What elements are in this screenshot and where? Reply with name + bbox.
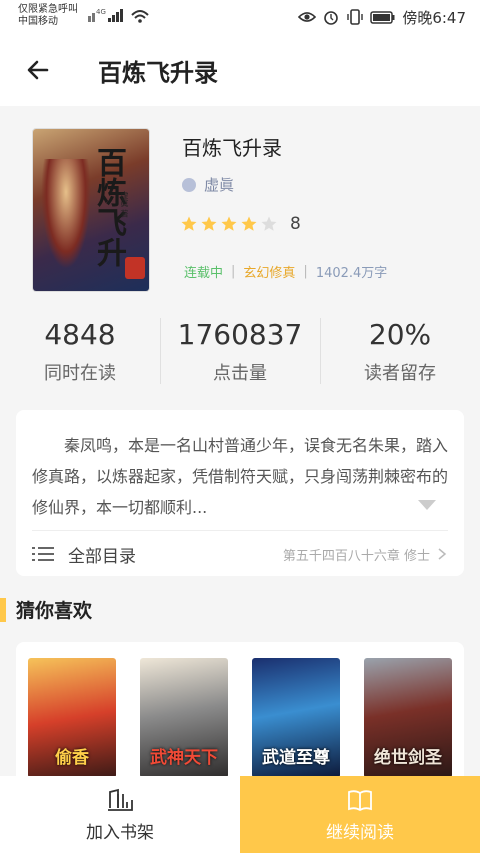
intro-card: 秦凤鸣，本是一名山村普通少年，误食无名朱果，踏入修真路，以炼器起家，凭借制符天赋…	[16, 410, 464, 576]
star-icon	[201, 216, 217, 231]
recommend-book-cover-text: 武道至尊	[262, 748, 330, 768]
recommend-book-cover-text: 绝世剑圣	[374, 748, 442, 768]
add-to-shelf-button[interactable]: 加入书架	[0, 776, 240, 853]
rating-stars	[180, 215, 280, 233]
recommend-header: 猜你喜欢	[0, 594, 480, 628]
book-cover-art: 百炼飞升 虚眞 著	[33, 129, 149, 291]
tags-row: 连载中 | 玄幻修真 | 1402.4万字	[184, 262, 387, 281]
stat-value: 4848	[44, 318, 116, 351]
eye-icon	[298, 12, 317, 22]
continue-reading-label: 继续阅读	[326, 823, 394, 843]
rating-row: 8	[180, 214, 301, 234]
recommend-book-cover-text: 偷香	[55, 748, 89, 768]
back-button[interactable]	[18, 50, 58, 90]
back-arrow-icon	[27, 60, 49, 80]
chevron-right-icon	[438, 548, 447, 560]
recommend-book-cover-text: 武神天下	[150, 748, 218, 768]
star-icon	[241, 216, 257, 231]
author-name[interactable]: 虚眞	[204, 174, 234, 195]
vibrate-icon	[347, 9, 364, 25]
book-info: 百炼飞升 虚眞 著 百炼飞升录 虚眞 8 连载中 | 玄幻修真 | 1402.4…	[0, 106, 480, 306]
stat-value: 20%	[368, 318, 432, 351]
divider	[32, 530, 448, 531]
stat-value: 1760837	[177, 318, 303, 351]
book-cover[interactable]: 百炼飞升 虚眞 著	[32, 128, 150, 292]
page-header: 百炼飞升录	[0, 34, 480, 106]
toc-label: 全部目录	[68, 546, 136, 567]
star-icon	[261, 216, 277, 231]
tag-separator: |	[231, 264, 236, 279]
page-title: 百炼飞升录	[98, 59, 218, 87]
svg-text:4G: 4G	[96, 8, 106, 16]
carrier-line2: 中国移动	[18, 16, 58, 27]
recommend-book[interactable]: 偷香	[28, 658, 116, 778]
star-icon	[181, 216, 197, 231]
recommend-list: 偷香 武神天下 武道至尊 绝世剑圣	[16, 642, 464, 792]
book-title: 百炼飞升录	[182, 136, 282, 160]
carrier-info: 仅限紧急呼叫 中国移动	[18, 4, 78, 28]
stat-clicks: 1760837 点击量	[160, 308, 320, 398]
cover-figure	[41, 159, 91, 269]
battery-icon	[370, 11, 395, 24]
status-bar: 仅限紧急呼叫 中国移动 4G 傍晚6:47	[0, 0, 480, 34]
status-tag: 连载中	[184, 266, 224, 281]
carrier-line1: 仅限紧急呼叫	[18, 4, 78, 15]
expand-arrow-icon[interactable]	[418, 500, 436, 510]
continue-reading-button[interactable]: 继续阅读	[240, 776, 480, 853]
bottom-action-bar: 加入书架 继续阅读	[0, 776, 480, 853]
toc-row[interactable]: 全部目录 第五千四百八十六章 修士	[32, 532, 448, 576]
status-time: 傍晚6:47	[402, 8, 466, 27]
bookshelf-icon	[108, 788, 133, 811]
tag-separator: |	[303, 264, 308, 279]
word-count: 1402.4万字	[315, 266, 388, 281]
alarm-icon	[324, 11, 339, 25]
stat-label: 点击量	[213, 363, 267, 384]
author-row[interactable]: 虚眞	[182, 174, 234, 195]
signal-icon: 4G	[88, 8, 149, 23]
rating-score: 8	[290, 214, 301, 234]
genre-tag[interactable]: 玄幻修真	[243, 262, 295, 281]
author-avatar-icon	[182, 177, 196, 192]
stat-retention: 20% 读者留存	[320, 308, 480, 398]
open-book-icon	[348, 790, 372, 812]
section-accent-bar	[0, 598, 6, 622]
add-to-shelf-label: 加入书架	[86, 823, 154, 843]
status-icons: 傍晚6:47	[298, 6, 466, 28]
recommend-book[interactable]: 武神天下	[140, 658, 228, 778]
recommend-book[interactable]: 武道至尊	[252, 658, 340, 778]
stat-label: 读者留存	[364, 363, 436, 384]
star-icon	[221, 216, 237, 231]
section-title: 猜你喜欢	[16, 600, 93, 622]
recommend-book[interactable]: 绝世剑圣	[364, 658, 452, 778]
stats-row: 4848 同时在读 1760837 点击量 20% 读者留存	[0, 308, 480, 398]
stat-readers: 4848 同时在读	[0, 308, 160, 398]
intro-text[interactable]: 秦凤鸣，本是一名山村普通少年，误食无名朱果，踏入修真路，以炼器起家，凭借制符天赋…	[32, 430, 448, 523]
cover-author: 虚眞 著	[120, 191, 129, 218]
cover-seal	[125, 257, 145, 279]
stat-label: 同时在读	[44, 363, 116, 384]
toc-list-icon	[32, 547, 54, 561]
latest-chapter: 第五千四百八十六章 修士	[282, 548, 430, 564]
